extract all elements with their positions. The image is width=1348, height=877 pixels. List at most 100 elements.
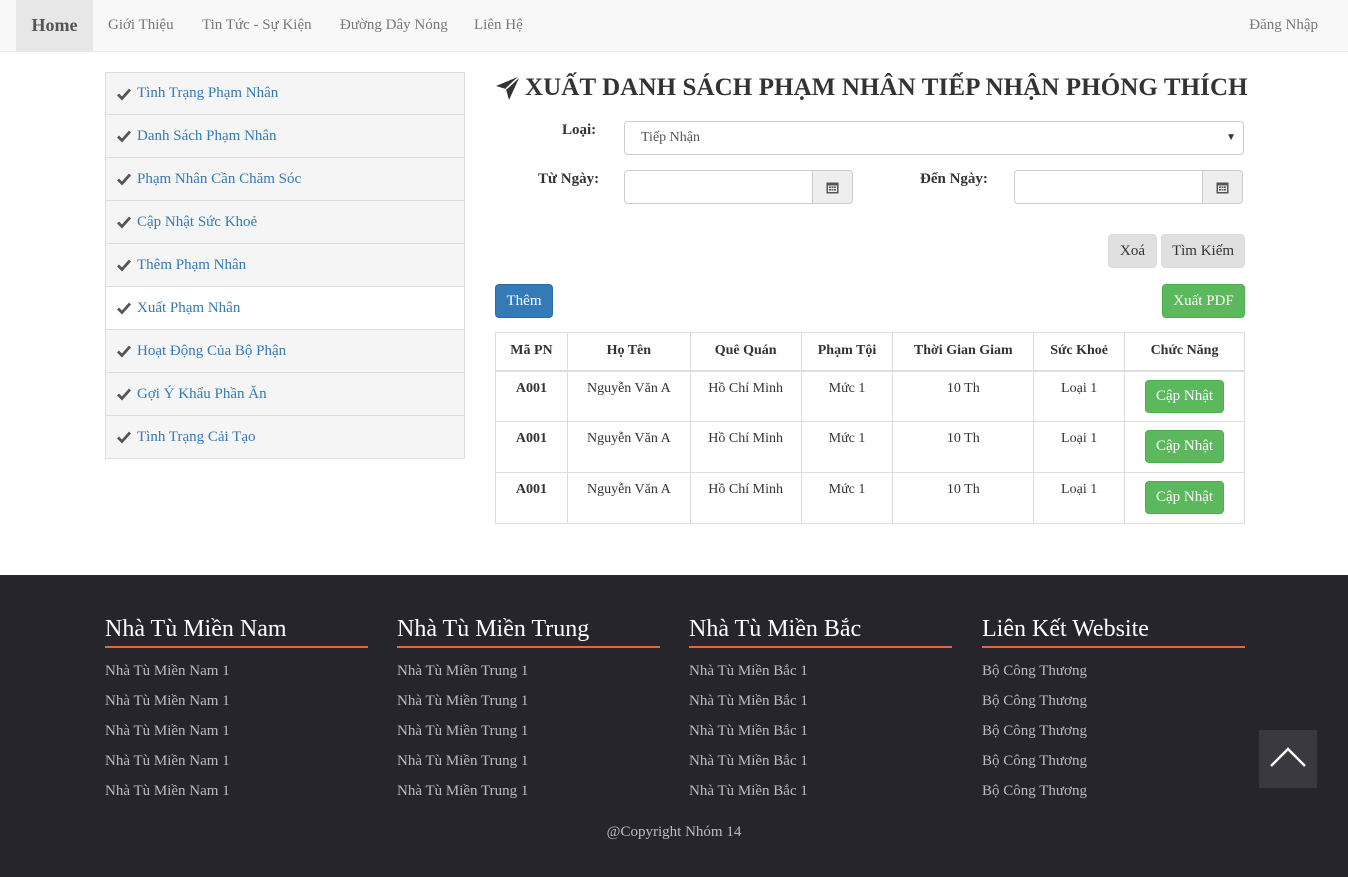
type-select-value: Tiếp Nhận (641, 130, 700, 145)
col-header-sentence: Thời Gian Giam (892, 332, 1035, 372)
footer-link[interactable]: Nhà Tù Miền Nam 1 (105, 753, 368, 783)
footer-link[interactable]: Nhà Tù Miền Bắc 1 (689, 663, 952, 693)
calendar-icon[interactable] (1203, 170, 1243, 204)
footer-column: Nhà Tù Miền Nam Nhà Tù Miền Nam 1 Nhà Tù M… (105, 614, 368, 813)
check-icon (117, 301, 131, 315)
update-button[interactable]: Cập Nhật (1145, 430, 1225, 463)
check-icon (117, 387, 131, 401)
nav-home-link[interactable]: Home (16, 0, 93, 51)
footer-link-list: Nhà Tù Miền Nam 1 Nhà Tù Miền Nam 1 Nhà Tù… (105, 663, 368, 813)
cell-crime: Mức 1 (800, 370, 894, 422)
check-icon (117, 344, 131, 358)
footer-link[interactable]: Bộ Công Thương (982, 783, 1245, 813)
from-date-label: Từ Ngày: (538, 171, 600, 187)
footer-link[interactable]: Nhà Tù Miền Bắc 1 (689, 723, 952, 753)
copyright-text: @Copyright Nhóm 14 (606, 824, 742, 840)
sidebar-item[interactable]: Xuất Phạm Nhân (105, 287, 465, 330)
sidebar-item[interactable]: Danh Sách Phạm Nhân (105, 115, 465, 158)
sidebar-item-label: Hoạt Động Của Bộ Phận (137, 342, 287, 359)
cell-hometown: Hồ Chí Minh (689, 370, 802, 422)
chevron-down-icon: ▼ (1226, 132, 1236, 143)
footer-link[interactable]: Nhà Tù Miền Nam 1 (105, 693, 368, 723)
sidebar-item[interactable]: Phạm Nhân Cần Chăm Sóc (105, 158, 465, 201)
update-button[interactable]: Cập Nhật (1145, 481, 1225, 514)
type-select[interactable]: Tiếp Nhận ▼ (624, 121, 1244, 155)
footer-link[interactable]: Nhà Tù Miền Trung 1 (397, 783, 660, 813)
footer-link[interactable]: Nhà Tù Miền Trung 1 (397, 753, 660, 783)
sidebar-item-label: Tình Trạng Phạm Nhân (137, 85, 279, 101)
page-title: XUẤT DANH SÁCH PHẠM NHÂN TIẾP NHẬN PHÓNG… (495, 72, 1248, 104)
from-date-input[interactable] (624, 170, 813, 204)
sidebar-item[interactable]: Hoạt Động Của Bộ Phận (105, 330, 465, 373)
clear-button[interactable]: Xoá (1108, 234, 1157, 268)
footer-link[interactable]: Nhà Tù Miền Nam 1 (105, 783, 368, 813)
update-button[interactable]: Cập Nhật (1145, 379, 1225, 413)
footer-link[interactable]: Bộ Công Thương (982, 723, 1245, 753)
footer-link[interactable]: Nhà Tù Miền Trung 1 (397, 693, 660, 723)
top-navbar: Home Giới Thiệu Tin Tức - Sự Kiện Đường … (0, 0, 1348, 52)
footer-link[interactable]: Nhà Tù Miền Nam 1 (105, 663, 368, 693)
nav-lien-he-link[interactable]: Liên Hệ (459, 0, 538, 51)
footer-column-title: Nhà Tù Miền Trung (397, 614, 660, 648)
footer-link-list: Nhà Tù Miền Trung 1 Nhà Tù Miền Trung 1 Nh… (397, 663, 660, 813)
nav-duong-day-nong-link[interactable]: Đường Dây Nóng (325, 0, 463, 51)
sidebar-item-label: Tình Trạng Cải Tạo (137, 428, 256, 445)
cell-health: Loại 1 (1033, 370, 1126, 422)
cell-sentence: 10 Th (892, 472, 1035, 524)
to-date-group (1014, 170, 1243, 204)
cell-actions: Cập Nhật (1124, 472, 1245, 524)
footer-column-title: Nhà Tù Miền Bắc (689, 614, 952, 648)
footer-link[interactable]: Nhà Tù Miền Nam 1 (105, 723, 368, 753)
check-icon (117, 258, 131, 272)
footer-link[interactable]: Nhà Tù Miền Trung 1 (397, 723, 660, 753)
nav-login-link[interactable]: Đăng Nhập (1234, 0, 1333, 51)
cell-sentence: 10 Th (892, 370, 1035, 422)
scroll-to-top-button[interactable] (1259, 730, 1317, 788)
cell-sentence: 10 Th (892, 421, 1035, 473)
add-button[interactable]: Thêm (495, 284, 553, 318)
footer-link[interactable]: Nhà Tù Miền Bắc 1 (689, 693, 952, 723)
col-header-hometown: Quê Quán (689, 332, 802, 372)
check-icon (117, 87, 131, 101)
footer-column: Nhà Tù Miền Trung Nhà Tù Miền Trung 1 Nhà … (397, 614, 660, 813)
cell-crime: Mức 1 (800, 472, 894, 524)
search-button[interactable]: Tìm Kiếm (1161, 234, 1245, 268)
chevron-up-icon (1270, 746, 1306, 772)
calendar-icon[interactable] (813, 170, 853, 204)
from-date-group (624, 170, 853, 204)
check-icon (117, 172, 131, 186)
sidebar-item[interactable]: Tình Trạng Phạm Nhân (105, 72, 465, 115)
sidebar-item[interactable]: Tình Trạng Cải Tạo (105, 416, 465, 459)
cell-health: Loại 1 (1033, 472, 1126, 524)
footer-link[interactable]: Nhà Tù Miền Trung 1 (397, 663, 660, 693)
export-pdf-button[interactable]: Xuất PDF (1162, 284, 1245, 318)
sidebar-item-label: Xuất Phạm Nhân (137, 299, 241, 316)
footer-link[interactable]: Bộ Công Thương (982, 663, 1245, 693)
cell-hometown: Hồ Chí Minh (689, 472, 802, 524)
check-icon (117, 129, 131, 143)
footer-link[interactable]: Bộ Công Thương (982, 753, 1245, 783)
footer-link[interactable]: Nhà Tù Miền Bắc 1 (689, 753, 952, 783)
footer-link[interactable]: Nhà Tù Miền Bắc 1 (689, 783, 952, 813)
to-date-input[interactable] (1014, 170, 1203, 204)
cell-name: Nguyễn Văn A (566, 472, 691, 524)
footer-link[interactable]: Bộ Công Thương (982, 693, 1245, 723)
table-row: A001 Nguyễn Văn A Hồ Chí Minh Mức 1 10 Th Loạ… (495, 421, 1245, 473)
col-header-crime: Phạm Tội (800, 332, 894, 372)
sidebar-item[interactable]: Thêm Phạm Nhân (105, 244, 465, 287)
sidebar-item[interactable]: Cập Nhật Sức Khoẻ (105, 201, 465, 244)
sidebar-item[interactable]: Gợi Ý Khẩu Phần Ăn (105, 373, 465, 416)
check-icon (117, 430, 131, 444)
footer-column-title: Nhà Tù Miền Nam (105, 614, 368, 648)
page-title-text: XUẤT DANH SÁCH PHẠM NHÂN TIẾP NHẬN PHÓNG… (525, 74, 1248, 101)
send-icon (495, 75, 521, 101)
cell-actions: Cập Nhật (1124, 370, 1245, 422)
footer-column: Nhà Tù Miền Bắc Nhà Tù Miền Bắc 1 Nhà Tù M… (689, 614, 952, 813)
col-header-health: Sức Khoẻ (1033, 332, 1126, 372)
nav-tin-tuc-link[interactable]: Tin Tức - Sự Kiện (187, 0, 327, 51)
col-header-actions: Chức Năng (1124, 332, 1245, 372)
cell-health: Loại 1 (1033, 421, 1126, 473)
table-header-row: Mã PN Họ Tên Quê Quán Phạm Tội Thời Gian… (495, 332, 1245, 372)
nav-gioi-thieu-link[interactable]: Giới Thiệu (93, 0, 189, 51)
sidebar-item-label: Cập Nhật Sức Khoẻ (137, 213, 258, 230)
